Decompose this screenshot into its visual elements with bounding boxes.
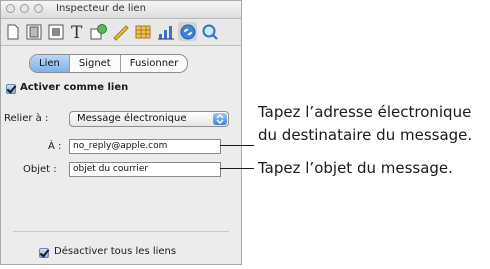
callout-line-subject [220,168,254,169]
link-type-popup[interactable]: Message électronique [69,111,229,127]
divider [13,231,229,232]
subject-label: Objet : [23,164,57,175]
tab-fusionner[interactable]: Fusionner [121,55,188,72]
callout-line-address [220,145,254,146]
disable-all-links-checkbox[interactable] [39,248,49,258]
minimize-button[interactable] [20,4,29,13]
subject-field[interactable]: objet du courrier [69,162,221,177]
table-icon[interactable] [133,22,152,41]
zoom-button[interactable] [34,4,43,13]
inspector-toolbar: T [1,19,241,46]
chart-icon[interactable] [156,22,175,41]
chevron-updown-icon [213,113,227,125]
link-type-value: Message électronique [77,113,187,124]
quicktime-icon[interactable] [200,22,219,41]
annotation-address-line1: Tapez l’adresse électronique [258,103,472,121]
window-title: Inspecteur de lien [56,3,146,14]
relier-label: Relier à : [4,113,49,124]
tab-signet[interactable]: Signet [70,55,121,72]
text-icon[interactable]: T [68,22,87,41]
enable-link-checkbox[interactable] [6,84,16,94]
annotation-address-line2: du destinataire du message. [258,126,473,144]
layout-icon[interactable] [24,22,43,41]
email-address-field[interactable]: no_reply@apple.com [69,139,221,154]
document-icon[interactable] [3,22,22,41]
svg-text:T: T [71,23,83,41]
tab-lien[interactable]: Lien [30,55,70,72]
title-bar: Inspecteur de lien [1,1,241,19]
close-button[interactable] [6,4,15,13]
graphic-icon[interactable] [89,22,108,41]
annotation-subject: Tapez l’objet du message. [258,159,453,177]
disable-all-links-label: Désactiver tous les liens [54,246,177,257]
link-icon[interactable] [178,22,197,41]
link-tabs: Lien Signet Fusionner [29,54,189,73]
link-inspector-window: Inspecteur de lien T Lien Signet Fusionn… [0,0,242,265]
wrap-icon[interactable] [46,22,65,41]
metrics-icon[interactable] [111,22,130,41]
to-label: À : [48,141,62,152]
enable-link-label: Activer comme lien [20,82,129,93]
